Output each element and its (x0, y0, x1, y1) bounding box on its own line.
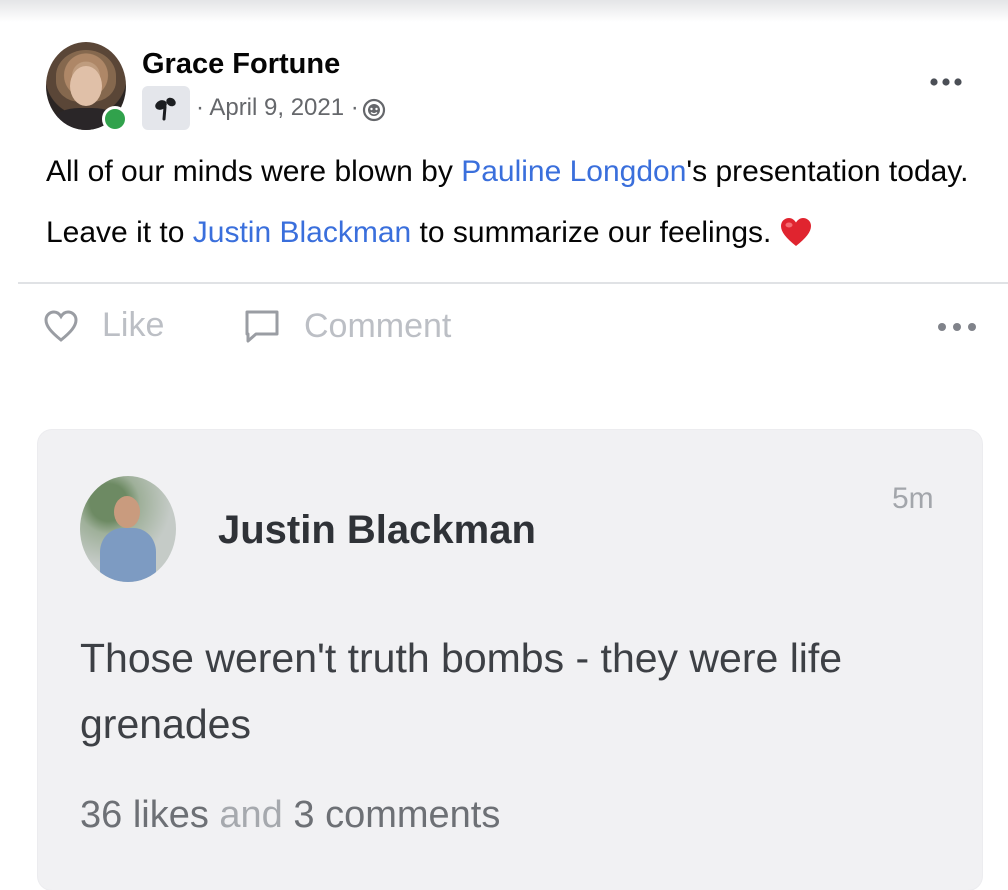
comment-bubble-icon (245, 310, 279, 343)
post-text: 's presentation today. (686, 155, 969, 188)
heart-outline-icon (44, 309, 78, 342)
comment-label: Comment (304, 306, 452, 345)
post-text-line-2: Leave it to Justin Blackman to summarize… (46, 216, 813, 250)
post-more-options-icon[interactable] (926, 68, 966, 96)
comment-button[interactable]: Comment (242, 306, 451, 346)
post-text: to summarize our feelings. (411, 216, 772, 249)
commenter-name[interactable]: Justin Blackman (218, 508, 536, 553)
online-status-dot (102, 106, 128, 132)
like-button[interactable]: Like (42, 306, 164, 345)
mention-link[interactable]: Pauline Longdon (461, 155, 686, 188)
group-badge-icon[interactable] (142, 86, 190, 130)
poster-name[interactable]: Grace Fortune (142, 48, 340, 81)
post-date[interactable]: · April 9, 2021 · (196, 94, 359, 122)
like-label: Like (102, 306, 165, 344)
heart-emoji-icon (781, 218, 812, 246)
likes-count[interactable]: 36 likes (80, 794, 209, 836)
post-text: Leave it to (46, 216, 193, 249)
comment-text: Those weren't truth bombs - they were li… (80, 635, 843, 747)
globe-icon (362, 98, 386, 122)
comments-count[interactable]: 3 comments (293, 794, 500, 836)
comment-stats[interactable]: 36 likes and 3 comments (80, 794, 500, 837)
comment-timestamp: 5m (892, 482, 934, 515)
post-divider (18, 282, 1008, 284)
top-shade (0, 0, 1008, 22)
stats-conjunction: and (219, 794, 283, 836)
post-text-line-1: All of our minds were blown by Pauline L… (46, 155, 968, 189)
mention-link[interactable]: Justin Blackman (193, 216, 411, 249)
post-text: All of our minds were blown by (46, 155, 462, 188)
commenter-avatar[interactable] (80, 476, 176, 582)
actions-more-icon[interactable] (934, 315, 980, 339)
